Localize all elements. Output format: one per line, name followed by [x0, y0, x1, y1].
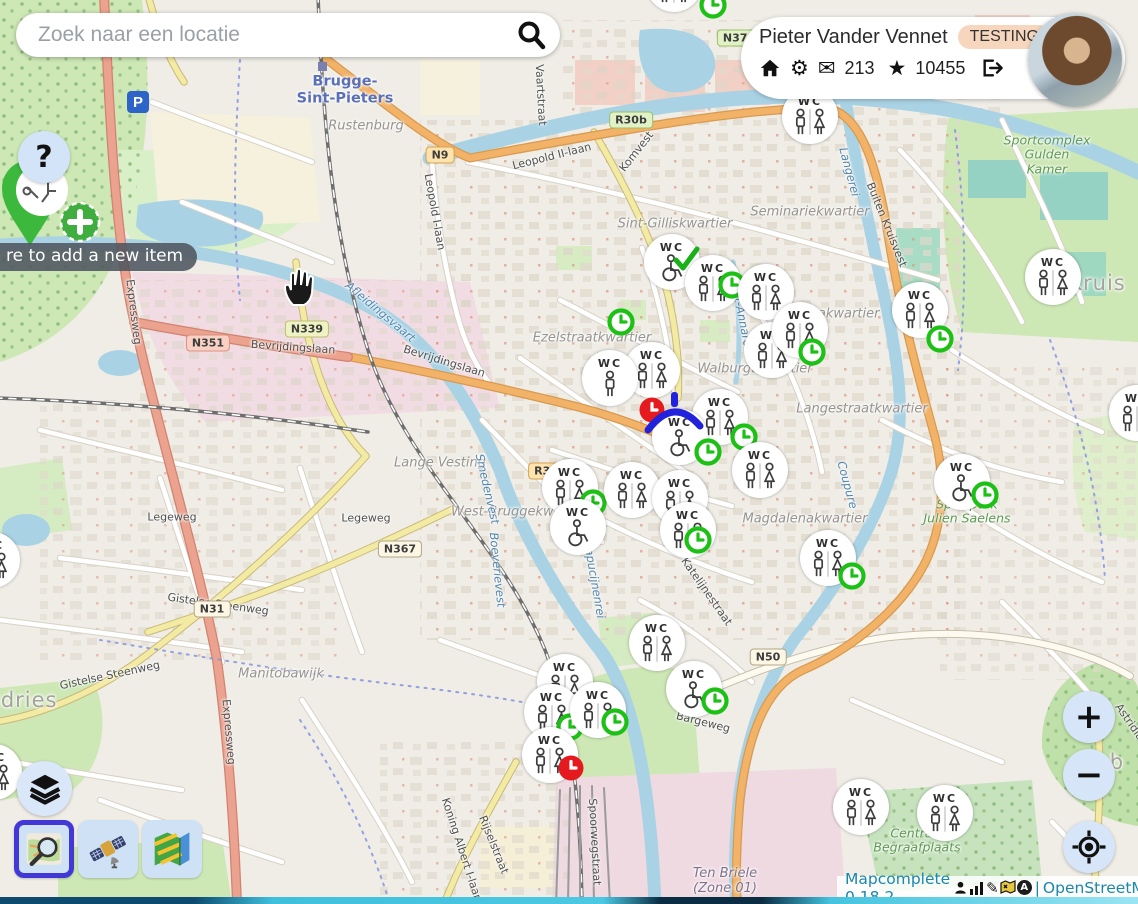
basemap-map-button[interactable]	[142, 820, 202, 878]
messages-envelope-icon[interactable]: ✉	[818, 58, 836, 79]
attribution-bar: Mapcomplete 0.18.2 ✎ A | OpenStreetMap	[837, 876, 1138, 899]
satellite-icon	[86, 827, 130, 871]
basemap-osm-button[interactable]	[14, 820, 74, 878]
zoom-in-button[interactable]: +	[1063, 691, 1115, 743]
user-name[interactable]: Pieter Vander Vennet	[759, 26, 948, 49]
map-markers-layer: WCWCWCWCWCWCWCWCWCWCWCWCWCWCWCWCWCWCWCWC…	[0, 0, 1138, 904]
opening-hours-badge	[969, 479, 1001, 511]
help-button[interactable]: ?	[18, 131, 70, 183]
mapillary-map-icon[interactable]	[1000, 880, 1016, 895]
statistics-icon[interactable]	[969, 880, 985, 896]
status-clock-badge[interactable]	[593, 294, 649, 350]
opening-hours-badge	[796, 336, 828, 368]
opening-hours-badge	[836, 560, 868, 592]
basemap-switcher	[14, 820, 202, 878]
opening-hours-badge	[692, 436, 724, 468]
selected-location-pin-icon	[640, 392, 706, 436]
bottom-progress-bar	[0, 897, 1138, 904]
search-icon[interactable]	[514, 18, 548, 52]
layers-button[interactable]	[17, 761, 72, 816]
edit-pencil-icon[interactable]: ✎	[986, 879, 999, 897]
openstreetmap-link[interactable]: OpenStreetMap	[1043, 879, 1138, 897]
toilet-marker[interactable]: WC	[1109, 385, 1138, 441]
toilet-marker[interactable]: WC	[917, 785, 973, 841]
toilet-marker[interactable]: WC	[0, 532, 20, 588]
toilet-marker[interactable]: WC	[732, 442, 788, 498]
toilet-marker[interactable]: WC	[570, 682, 626, 738]
geolocate-button[interactable]	[1063, 821, 1115, 873]
star-icon: ★	[887, 58, 906, 79]
toilet-marker[interactable]: WC	[685, 255, 741, 311]
opening-hours-badge	[599, 706, 631, 738]
toilet-marker[interactable]: WC	[522, 727, 578, 783]
toilet-marker[interactable]: WC	[833, 779, 889, 835]
toilet-marker[interactable]: WC	[772, 302, 828, 358]
folded-map-icon	[150, 827, 194, 871]
toilet-marker[interactable]: WC	[660, 502, 716, 558]
opening-hours-badge	[699, 685, 731, 717]
opening-hours-badge	[697, 0, 729, 21]
user-avatar[interactable]	[1028, 13, 1122, 107]
hand-cursor-icon	[280, 266, 318, 308]
add-item-tooltip: re to add a new item	[0, 243, 197, 271]
geolocate-crosshair-icon	[1071, 829, 1107, 865]
toilet-marker[interactable]: WC	[800, 530, 856, 586]
osm-carto-icon	[23, 828, 65, 870]
add-plus-icon	[61, 203, 99, 241]
layers-icon	[27, 771, 63, 807]
toilet-marker[interactable]: WC	[892, 282, 948, 338]
settings-gear-icon[interactable]: ⚙	[790, 58, 809, 79]
osm-copyright-icon[interactable]: A	[1017, 880, 1032, 895]
opening-hours-badge	[924, 323, 956, 355]
stars-count: 10455	[915, 58, 965, 79]
toilet-marker[interactable]: WC	[934, 454, 990, 510]
toilet-marker[interactable]: WC	[646, 0, 702, 12]
toilet-marker[interactable]: WC	[550, 499, 606, 555]
toilet-marker[interactable]: WC	[666, 661, 722, 717]
messages-count: 213	[844, 58, 874, 79]
mapcomplete-app: P Brugge- Sint-PietersRustenburgVaartstr…	[0, 0, 1138, 904]
home-icon[interactable]	[759, 57, 781, 79]
opening-hours-badge	[605, 306, 637, 338]
location-search-bar	[16, 13, 560, 57]
zoom-out-button[interactable]: −	[1063, 749, 1115, 801]
attribution-divider: |	[1035, 879, 1040, 897]
toilet-marker[interactable]: WC	[1025, 249, 1081, 305]
search-input[interactable]	[36, 22, 514, 48]
contributor-icon[interactable]	[953, 880, 968, 896]
opening-hours-badge	[555, 752, 587, 784]
logout-icon[interactable]	[980, 57, 1004, 79]
opening-hours-badge	[682, 524, 714, 556]
basemap-satellite-button[interactable]	[78, 820, 138, 878]
